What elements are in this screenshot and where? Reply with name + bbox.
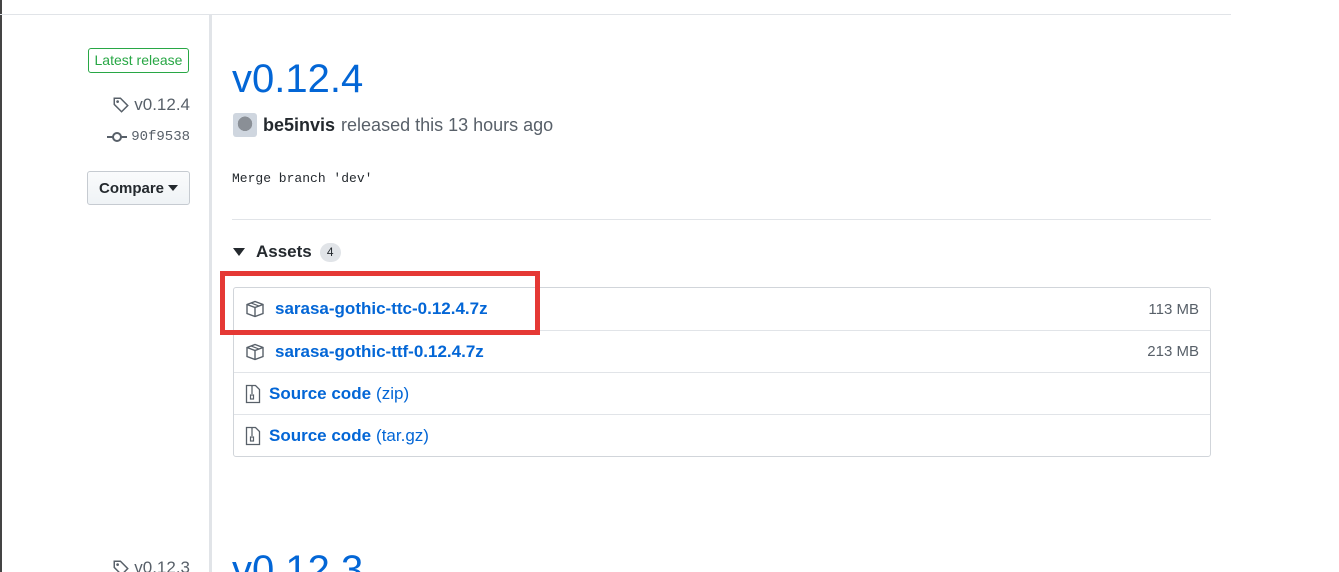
- release-timeline: [209, 15, 212, 572]
- top-divider: [0, 14, 1231, 15]
- source-code-targz-link[interactable]: Source code: [269, 426, 371, 446]
- source-format-label[interactable]: (tar.gz): [376, 426, 429, 446]
- release-byline: be5invis released this 13 hours ago: [233, 113, 553, 137]
- source-format-label[interactable]: (zip): [376, 384, 409, 404]
- author-avatar[interactable]: [233, 113, 257, 137]
- section-divider: [232, 219, 1211, 220]
- source-code-zip-link[interactable]: Source code: [269, 384, 371, 404]
- release-tag-link[interactable]: v0.12.4: [112, 95, 190, 115]
- file-zip-icon: [245, 384, 261, 403]
- release-tag-label: v0.12.4: [134, 95, 190, 114]
- package-icon: [246, 343, 264, 360]
- older-release-title[interactable]: v0.12.3: [232, 548, 363, 572]
- asset-size: 213 MB: [1147, 343, 1199, 360]
- asset-row[interactable]: Source code (tar.gz): [234, 414, 1210, 456]
- triangle-down-icon: [233, 248, 245, 256]
- release-commit-link[interactable]: 90f9538: [107, 129, 190, 145]
- release-title[interactable]: v0.12.4: [232, 52, 363, 106]
- released-time: released this 13 hours ago: [341, 114, 554, 135]
- file-zip-icon: [245, 426, 261, 445]
- window-edge: [0, 0, 2, 572]
- asset-size: 113 MB: [1148, 300, 1199, 318]
- caret-down-icon: [168, 185, 179, 191]
- release-notes: Merge branch 'dev': [232, 171, 373, 186]
- asset-row[interactable]: sarasa-gothic-ttf-0.12.4.7z 213 MB: [234, 330, 1210, 372]
- assets-heading: Assets: [256, 242, 312, 261]
- compare-button[interactable]: Compare: [87, 171, 190, 205]
- asset-row[interactable]: Source code (zip): [234, 372, 1210, 414]
- assets-count-badge: 4: [319, 242, 341, 262]
- older-release-tag-label: v0.12.3: [134, 558, 190, 572]
- latest-release-badge: Latest release: [88, 48, 189, 73]
- tag-icon: [113, 560, 130, 572]
- release-commit-sha: 90f9538: [131, 129, 190, 145]
- release-page: Latest release v0.12.4 90f9538 Compare v…: [0, 0, 1339, 572]
- older-release-tag-link[interactable]: v0.12.3: [112, 558, 190, 572]
- tag-icon: [113, 97, 130, 113]
- compare-label: Compare: [98, 179, 165, 197]
- author-link[interactable]: be5invis: [263, 115, 335, 136]
- asset-link[interactable]: sarasa-gothic-ttf-0.12.4.7z: [275, 342, 484, 362]
- assets-toggle[interactable]: Assets 4: [233, 242, 341, 262]
- git-commit-icon: [107, 132, 128, 142]
- highlight-annotation: [220, 271, 540, 335]
